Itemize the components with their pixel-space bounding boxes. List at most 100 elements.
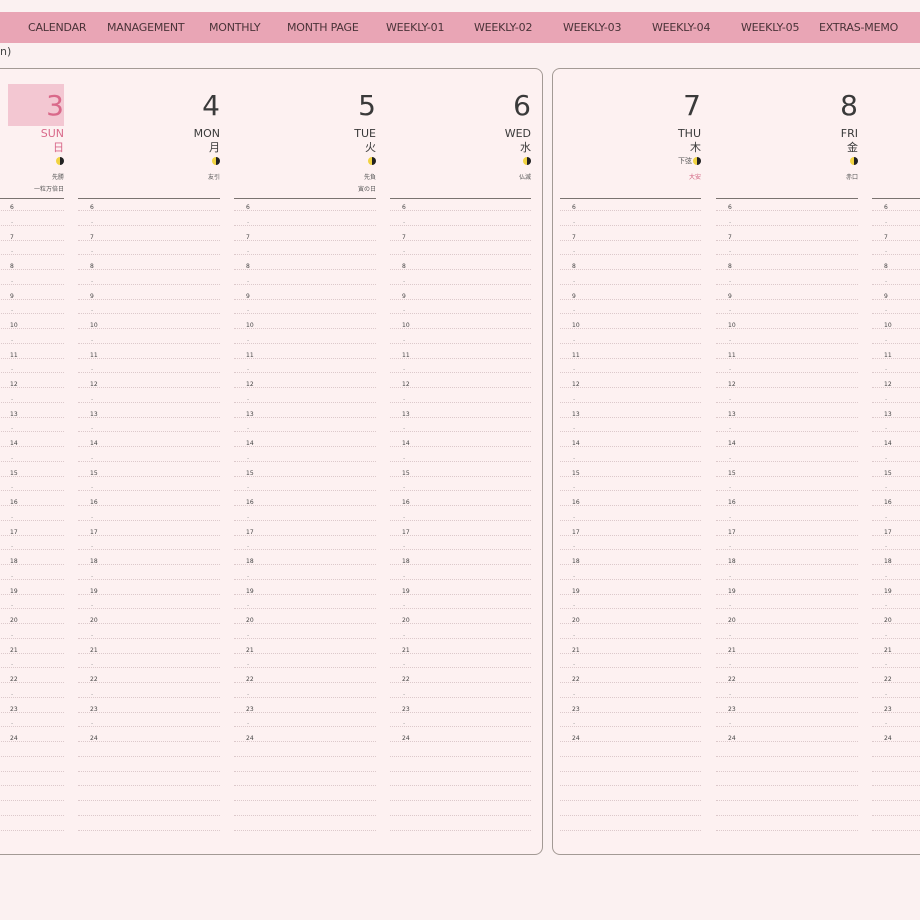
time-slot-line [78, 313, 220, 315]
time-slot-line [716, 298, 858, 300]
weekday-kanji: 水 [520, 141, 531, 154]
time-slot-line [872, 741, 920, 742]
time-slot-line [390, 711, 531, 713]
time-slot-line [872, 475, 920, 477]
tab-weekly-04[interactable]: WEEKLY-04 [652, 12, 710, 43]
time-slot-line [234, 667, 376, 669]
half-hour-mark: - [573, 395, 576, 403]
half-hour-mark: - [885, 690, 888, 698]
time-slot-line [0, 519, 64, 521]
memo-line [78, 829, 220, 831]
rokuyo-label: 仏滅 [518, 174, 531, 181]
time-slot-line [560, 210, 701, 211]
tab-weekly-02[interactable]: WEEKLY-02 [474, 12, 532, 43]
tab-monthly[interactable]: MONTHLY [209, 12, 261, 43]
memo-line [872, 800, 920, 801]
half-hour-mark: - [573, 484, 576, 492]
time-slot-line [560, 254, 701, 256]
half-hour-mark: - [11, 602, 14, 610]
half-hour-mark: - [247, 484, 250, 492]
time-slot-line [78, 254, 220, 256]
memo-line [390, 814, 531, 816]
time-slot-line [872, 682, 920, 683]
day-rule [390, 198, 531, 199]
half-hour-mark: - [573, 425, 576, 433]
time-slot-line [560, 490, 701, 492]
half-hour-mark: - [729, 336, 732, 344]
time-slot-line [872, 328, 920, 329]
time-slot-line [234, 593, 376, 595]
time-slot-line [78, 682, 220, 683]
time-slot-line [0, 416, 64, 418]
time-slot-line [560, 475, 701, 477]
half-hour-mark: - [11, 425, 14, 433]
half-hour-mark: - [91, 336, 94, 344]
tab-month-page[interactable]: MONTH PAGE [287, 12, 359, 43]
memo-line [716, 814, 858, 816]
time-slot-line [234, 416, 376, 418]
half-hour-mark: - [885, 248, 888, 256]
time-slot-line [0, 593, 64, 595]
tab-calendar[interactable]: CALENDAR [28, 12, 87, 43]
half-hour-mark: - [403, 513, 406, 521]
memo-line [872, 770, 920, 772]
half-hour-mark: - [247, 454, 250, 462]
half-hour-mark: - [91, 366, 94, 374]
day-rule [560, 198, 701, 199]
time-slot-line [234, 298, 376, 300]
half-hour-mark: - [729, 484, 732, 492]
time-slot-line [560, 652, 701, 654]
time-slot-line [78, 446, 220, 447]
time-slot-line [390, 387, 531, 388]
time-slot-line [716, 696, 858, 698]
time-slot-line [0, 741, 64, 742]
time-slot-line [716, 682, 858, 683]
half-hour-mark: - [247, 307, 250, 315]
time-slot-line [0, 682, 64, 683]
half-hour-mark: - [91, 513, 94, 521]
tab-weekly-05[interactable]: WEEKLY-05 [741, 12, 799, 43]
rokuyo-label: 友引 [207, 174, 220, 181]
time-slot-line [560, 726, 701, 728]
half-hour-mark: - [403, 366, 406, 374]
half-moon-icon [523, 157, 531, 165]
weekday-kanji: 日 [53, 141, 64, 154]
tab-weekly-03[interactable]: WEEKLY-03 [563, 12, 621, 43]
top-nav: CALENDAR MANAGEMENT MONTHLY MONTH PAGE W… [0, 12, 920, 43]
weekday-label: THU [677, 127, 701, 140]
time-slot-line [234, 726, 376, 728]
half-hour-mark: - [403, 277, 406, 285]
time-slot-line [390, 593, 531, 595]
half-hour-mark: - [573, 602, 576, 610]
half-hour-mark: - [403, 336, 406, 344]
time-slot-line [0, 283, 64, 285]
half-hour-mark: - [573, 277, 576, 285]
weekday-label: SUN [40, 127, 64, 140]
tab-extras-memo[interactable]: EXTRAS-MEMO [819, 12, 898, 43]
time-slot-line [78, 372, 220, 374]
time-slot-line [0, 652, 64, 654]
half-hour-mark: - [247, 690, 250, 698]
time-slot-line [560, 416, 701, 418]
memo-line [560, 755, 701, 757]
time-slot-line [872, 342, 920, 344]
time-slot-line [716, 623, 858, 624]
time-slot-line [78, 549, 220, 551]
half-hour-mark: - [11, 366, 14, 374]
memo-line [872, 785, 920, 787]
time-slot-line [234, 623, 376, 624]
time-slot-line [390, 357, 531, 359]
time-slot-line [234, 401, 376, 403]
time-slot-line [716, 593, 858, 595]
time-slot-line [560, 269, 701, 270]
time-slot-line [390, 564, 531, 565]
time-slot-line [390, 578, 531, 580]
tab-weekly-01[interactable]: WEEKLY-01 [386, 12, 444, 43]
time-slot-line [234, 505, 376, 506]
time-slot-line [78, 431, 220, 433]
half-hour-mark: - [573, 513, 576, 521]
tab-management[interactable]: MANAGEMENT [107, 12, 185, 43]
half-hour-mark: - [91, 454, 94, 462]
time-slot-line [872, 239, 920, 241]
time-slot-line [390, 667, 531, 669]
